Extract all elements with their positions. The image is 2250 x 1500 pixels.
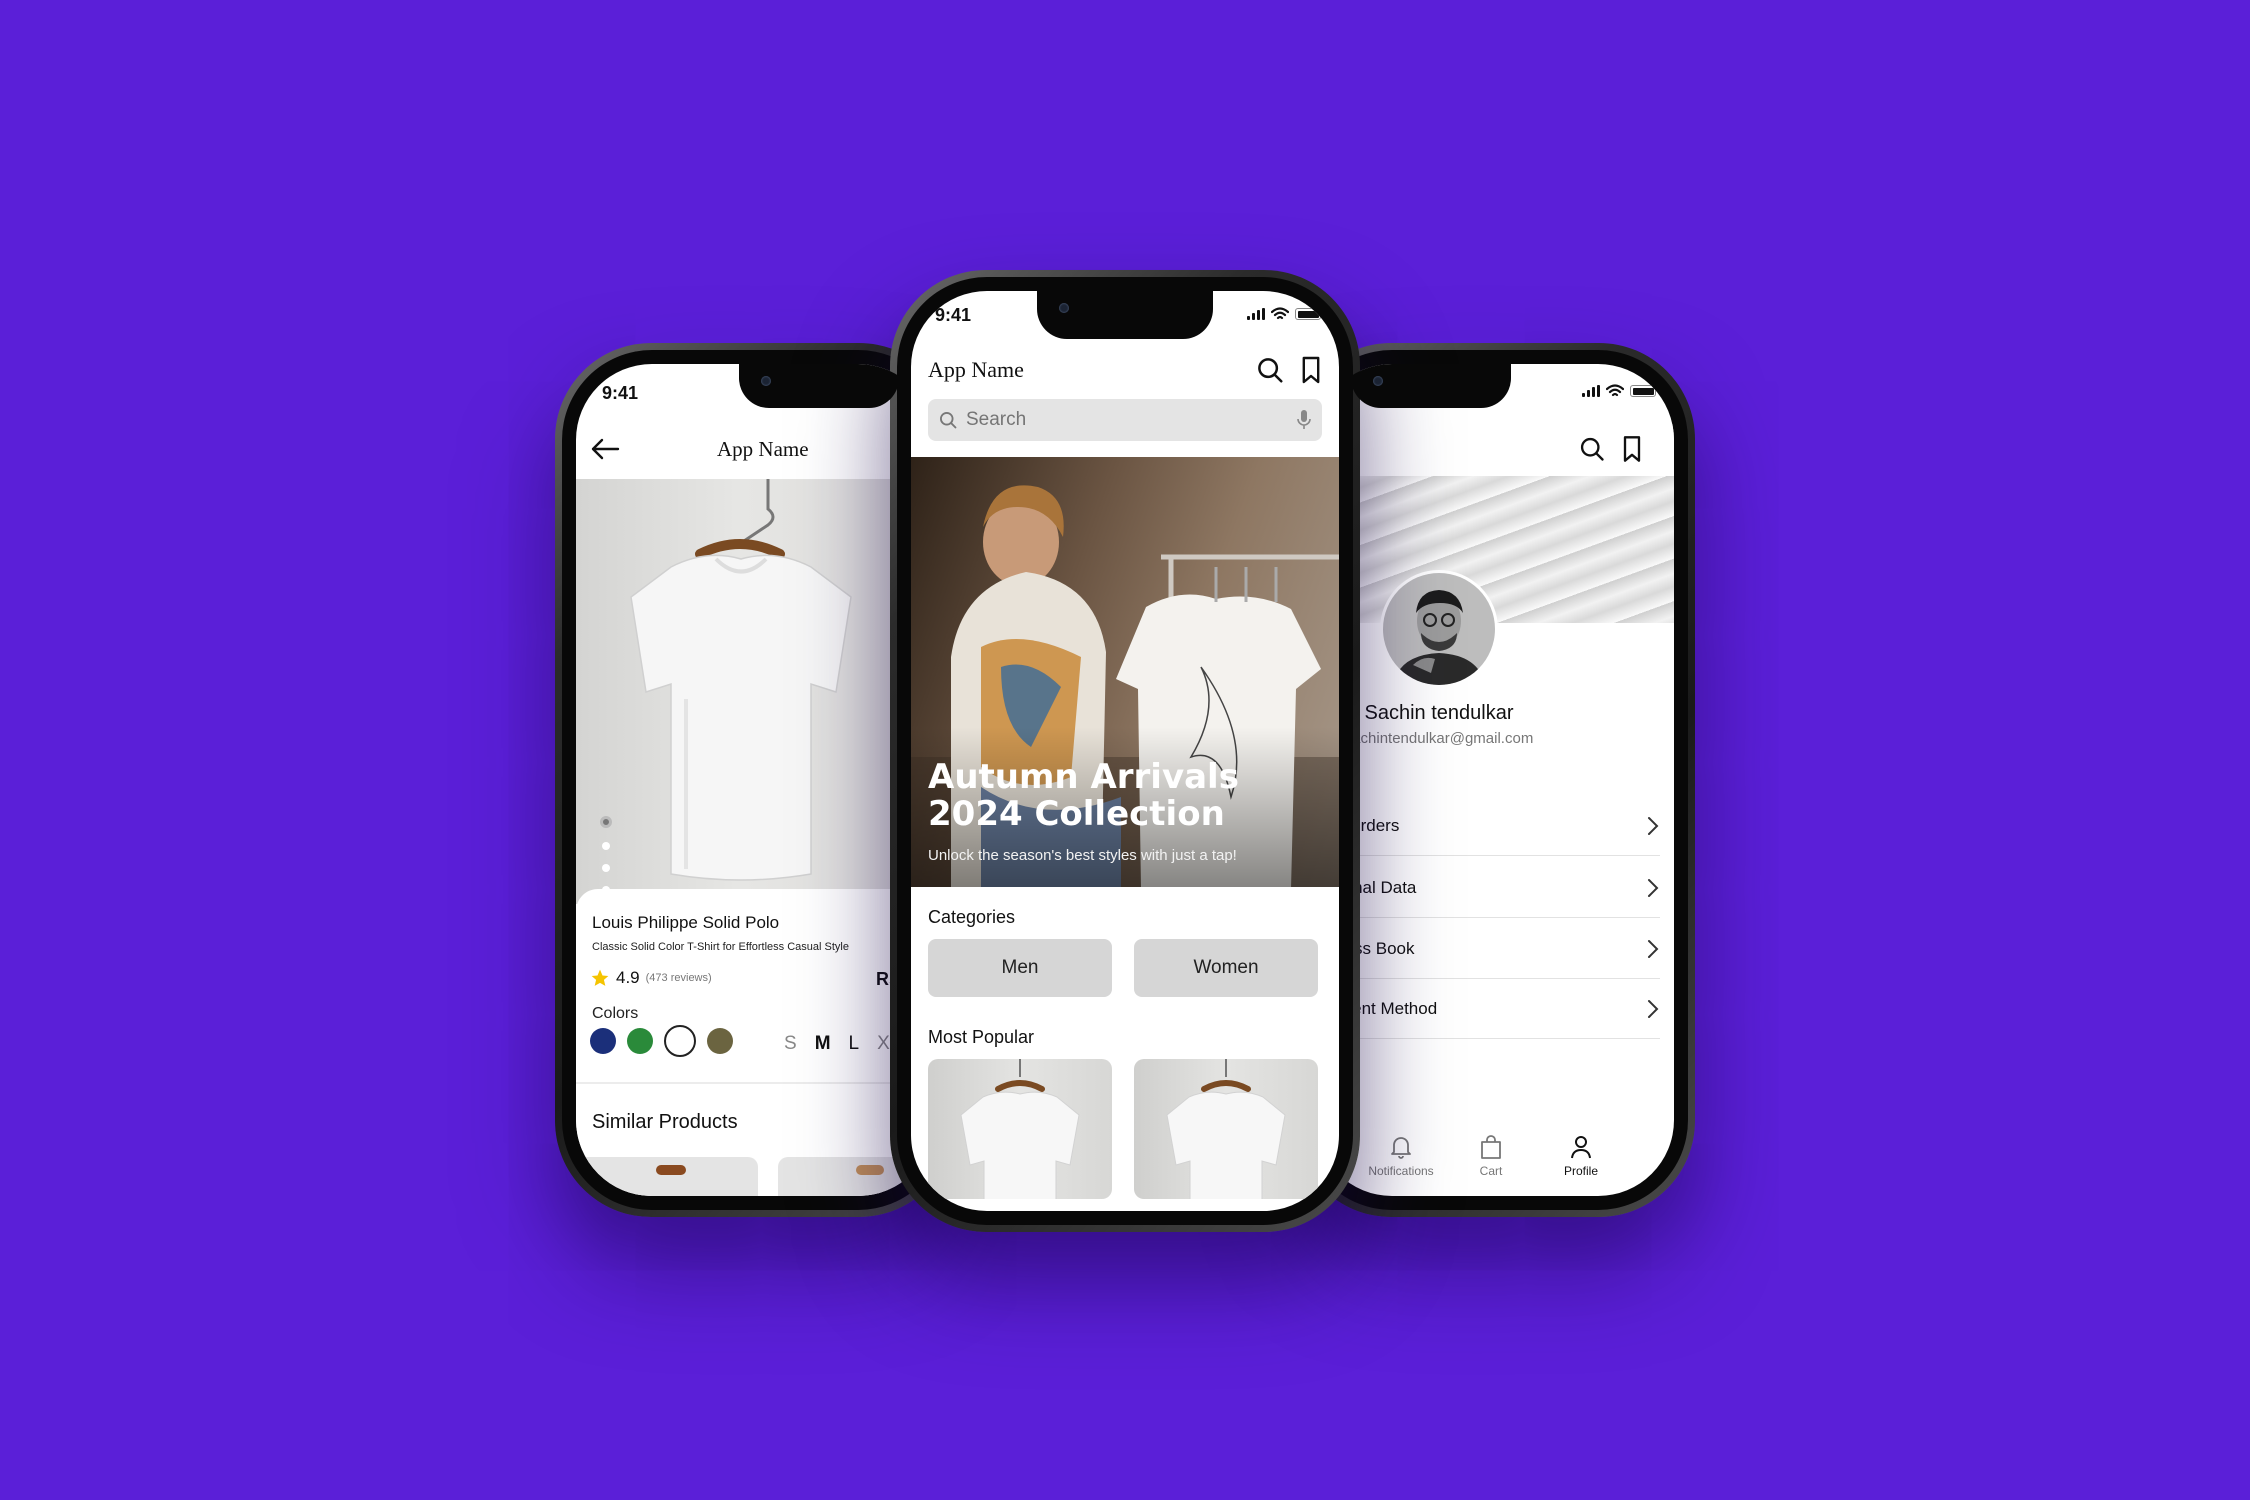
- size-option-l[interactable]: L: [849, 1033, 860, 1055]
- pager-dot[interactable]: [602, 864, 610, 872]
- phone-center: 9:41 App Name Autum: [890, 270, 1360, 1232]
- menu-item-personal-data[interactable]: ersonal Data: [1316, 858, 1660, 918]
- product-image[interactable]: [576, 479, 934, 904]
- wifi-icon: [1606, 384, 1624, 397]
- nav-notifications[interactable]: Notifications: [1356, 1134, 1446, 1178]
- cover-image[interactable]: [1316, 476, 1674, 623]
- signal-icon: [1247, 308, 1265, 320]
- chevron-right-icon: [1648, 999, 1659, 1018]
- menu-item-payment-method[interactable]: ayment Method: [1316, 979, 1660, 1039]
- signal-icon: [923, 384, 934, 396]
- tshirt-image: [1166, 1059, 1286, 1199]
- category-women-button[interactable]: Women: [1134, 939, 1318, 997]
- color-swatch-navy[interactable]: [590, 1028, 616, 1054]
- similar-products-heading: Similar Products: [592, 1111, 738, 1133]
- chevron-right-icon: [1648, 939, 1659, 958]
- popular-product-card[interactable]: [928, 1059, 1112, 1199]
- categories-heading: Categories: [928, 907, 1016, 927]
- chevron-right-icon: [1648, 816, 1659, 835]
- image-pager[interactable]: [600, 816, 612, 894]
- back-arrow-icon[interactable]: [590, 437, 620, 461]
- home-screen: 9:41 App Name Autum: [911, 291, 1339, 1211]
- signal-icon: [1582, 385, 1600, 397]
- status-time: 9:41: [935, 305, 972, 325]
- search-bar[interactable]: [928, 399, 1322, 441]
- size-option-m[interactable]: M: [815, 1033, 831, 1055]
- pager-dot-active[interactable]: [600, 816, 612, 828]
- tshirt-image: [960, 1059, 1080, 1199]
- chevron-right-icon: [1648, 878, 1659, 897]
- avatar[interactable]: [1380, 570, 1498, 688]
- app-title: App Name: [717, 436, 809, 461]
- color-swatches: [590, 1025, 733, 1057]
- reviews-count[interactable]: (473 reviews): [646, 972, 712, 984]
- status-time: 9:41: [602, 383, 639, 403]
- shopping-bag-icon: [1481, 1135, 1501, 1159]
- bottom-nav: Notifications Cart Profile: [1316, 1134, 1674, 1194]
- battery-icon: [1630, 385, 1656, 397]
- search-input[interactable]: [966, 409, 1288, 431]
- star-icon: [591, 969, 609, 986]
- colors-label: Colors: [592, 1005, 639, 1022]
- color-swatch-white[interactable]: [664, 1025, 696, 1057]
- size-options: S M L X: [784, 1033, 890, 1055]
- pager-dot[interactable]: [602, 842, 610, 850]
- color-swatch-olive[interactable]: [707, 1028, 733, 1054]
- category-men-button[interactable]: Men: [928, 939, 1112, 997]
- microphone-icon[interactable]: [1296, 409, 1312, 431]
- nav-cart[interactable]: Cart: [1456, 1134, 1526, 1178]
- divider: [576, 1082, 934, 1084]
- user-icon: [1571, 1136, 1591, 1159]
- hero-title-line2: 2024 Collection: [928, 794, 1225, 834]
- hero-title-line1: Autumn Arrivals: [928, 757, 1239, 797]
- tshirt-image: [630, 479, 852, 881]
- hero-banner[interactable]: Autumn Arrivals 2024 Collection Unlock t…: [911, 457, 1339, 887]
- menu-item-address-book[interactable]: ddress Book: [1316, 919, 1660, 979]
- similar-product-card[interactable]: [576, 1157, 758, 1196]
- search-icon: [940, 412, 957, 429]
- color-swatch-green[interactable]: [627, 1028, 653, 1054]
- rating-value: 4.9: [616, 968, 640, 987]
- bell-icon: [1391, 1137, 1411, 1159]
- app-title: App Name: [928, 357, 1024, 382]
- most-popular-heading: Most Popular: [928, 1027, 1035, 1047]
- menu-item-my-orders[interactable]: My Orders: [1316, 796, 1660, 856]
- size-option-x[interactable]: X: [877, 1033, 890, 1055]
- search-icon[interactable]: [1578, 435, 1606, 463]
- hero-title: Autumn Arrivals 2024 Collection: [928, 759, 1239, 833]
- product-card: Louis Philippe Solid Polo Classic Solid …: [576, 889, 934, 1196]
- product-name: Louis Philippe Solid Polo: [592, 913, 780, 932]
- size-option-s[interactable]: S: [784, 1033, 797, 1055]
- product-description: Classic Solid Color T-Shirt for Effortle…: [592, 941, 849, 953]
- profile-screen: ame Sachin tendulkar sachintendulkar@gma…: [1316, 364, 1674, 1196]
- product-screen: 9:41 App Name Louis Philippe Solid Polo …: [576, 364, 934, 1196]
- search-icon[interactable]: [1255, 355, 1285, 385]
- bookmark-icon[interactable]: [1620, 435, 1644, 463]
- wifi-icon: [1271, 307, 1289, 320]
- nav-profile[interactable]: Profile: [1546, 1134, 1616, 1178]
- popular-product-card[interactable]: [1134, 1059, 1318, 1199]
- hero-subtitle: Unlock the season's best styles with jus…: [928, 847, 1237, 864]
- battery-icon: [1295, 308, 1321, 320]
